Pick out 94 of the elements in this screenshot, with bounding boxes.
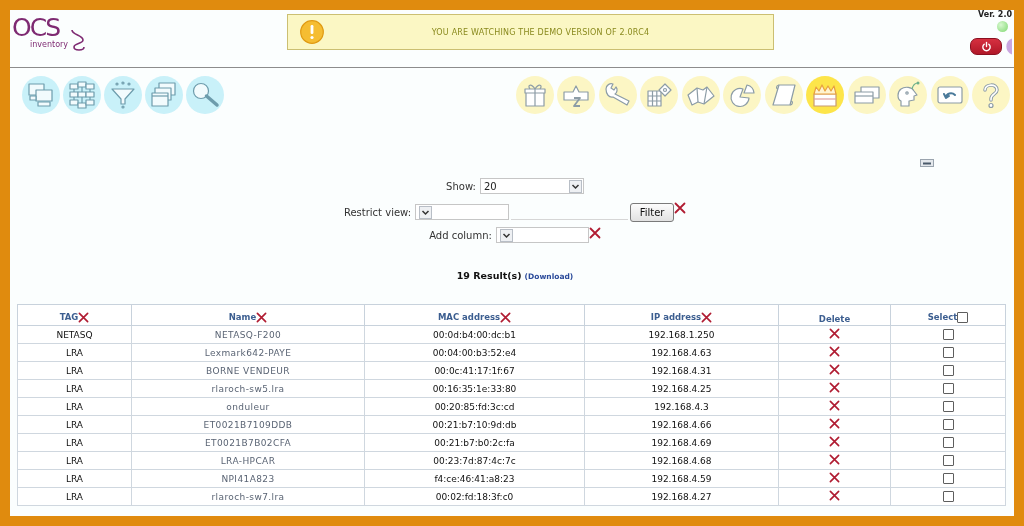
table-cell: 00:02:fd:18:3f:c0 <box>364 487 585 506</box>
table-cell: 192.168.4.63 <box>584 343 779 362</box>
warning-icon <box>300 20 324 44</box>
row-checkbox[interactable] <box>942 329 954 340</box>
caret-icon <box>499 228 513 242</box>
table-cell: 192.168.4.66 <box>584 415 779 434</box>
computer-name-link[interactable]: rlaroch-sw5.lra <box>211 383 285 394</box>
table-cell: 00:0d:b4:00:dc:b1 <box>364 325 585 344</box>
cross-icon[interactable] <box>674 202 687 214</box>
minimize-icon[interactable] <box>920 159 934 167</box>
computer-name-link[interactable]: rlaroch-sw7.lra <box>211 491 285 502</box>
caret-icon <box>419 205 433 219</box>
table-cell: LRA <box>17 433 132 452</box>
cross-icon[interactable] <box>500 312 512 323</box>
computer-name-link[interactable]: onduleur <box>226 401 270 412</box>
filter-button[interactable]: Filter <box>630 202 675 222</box>
version-label: Ver. 2.0 <box>978 10 1012 20</box>
table-cell: LRA <box>17 343 132 362</box>
status-dot-icon <box>997 21 1008 32</box>
search-icon[interactable] <box>186 76 224 114</box>
logo-subtitle: inventory <box>30 40 69 49</box>
computer-name-link[interactable]: NETASQ-F200 <box>214 329 282 340</box>
table-cell: 00:21:b7:10:9d:db <box>364 415 585 434</box>
row-checkbox[interactable] <box>942 347 954 358</box>
table-cell: 00:21:b7:b0:2c:fa <box>364 433 585 452</box>
cross-icon[interactable] <box>701 312 713 323</box>
field-label: Restrict view: <box>343 206 412 218</box>
table-cell: f4:ce:46:41:a8:23 <box>364 469 585 488</box>
column-header[interactable]: Select <box>927 312 958 322</box>
cross-icon[interactable] <box>588 227 601 239</box>
computer-name-link[interactable]: NPI41A823 <box>221 473 275 484</box>
table-cell: 192.168.4.27 <box>584 487 779 506</box>
row-checkbox[interactable] <box>942 365 954 376</box>
cross-icon[interactable] <box>829 436 840 447</box>
demo-notice: YOU ARE WATCHING THE DEMO VERSION OF 2.0RC4 <box>430 27 651 37</box>
table-cell: 00:0c:41:17:1f:67 <box>364 361 585 380</box>
pie-chart-icon[interactable] <box>723 76 761 114</box>
table-cell: LRA <box>17 469 132 488</box>
table-cell: 00:04:00:b3:52:e4 <box>364 343 585 362</box>
table-cell: 192.168.4.3 <box>584 397 779 416</box>
funnel-icon[interactable] <box>104 76 142 114</box>
table-cell: 192.168.1.250 <box>584 325 779 344</box>
results-count: 19 Result(s) <box>456 270 522 281</box>
cross-icon[interactable] <box>829 418 840 429</box>
calculator-icon[interactable] <box>640 76 678 114</box>
cross-icon[interactable] <box>829 472 840 483</box>
undo-icon[interactable] <box>930 76 969 114</box>
cross-icon[interactable] <box>829 346 840 357</box>
row-checkbox[interactable] <box>942 473 954 484</box>
cross-icon[interactable] <box>829 490 840 501</box>
cross-icon[interactable] <box>829 454 840 465</box>
cross-icon[interactable] <box>256 312 268 323</box>
table-cell: LRA <box>17 487 132 506</box>
cross-icon[interactable] <box>829 364 840 375</box>
table-cell: LRA <box>17 379 132 398</box>
tag-icon[interactable] <box>557 76 595 114</box>
table-cell: 00:20:85:fd:3c:cd <box>364 397 585 416</box>
column-header[interactable]: TAG <box>59 312 79 322</box>
cross-icon[interactable] <box>829 400 840 411</box>
show-select[interactable]: 20 <box>479 178 584 194</box>
map-icon[interactable] <box>681 76 720 114</box>
table-cell: 192.168.4.59 <box>584 469 779 488</box>
power-icon[interactable] <box>970 38 1002 55</box>
row-checkbox[interactable] <box>942 419 954 430</box>
table-cell: 192.168.4.31 <box>584 361 779 380</box>
field-label: Add column: <box>429 229 492 241</box>
cross-icon[interactable] <box>829 328 840 339</box>
table-cell: 192.168.4.69 <box>584 433 779 452</box>
row-checkbox[interactable] <box>942 401 954 412</box>
row-checkbox[interactable] <box>942 491 954 502</box>
table-cell: LRA <box>17 397 132 416</box>
logo-text: OCS <box>12 15 60 40</box>
caret-icon <box>568 179 582 193</box>
table-cell: LRA <box>17 361 132 380</box>
column-header: Delete <box>818 314 851 324</box>
column-header[interactable]: IP address <box>650 312 702 322</box>
table-cell: 00:16:35:1e:33:80 <box>364 379 585 398</box>
swirl-icon <box>70 28 87 52</box>
table-cell: LRA <box>17 415 132 434</box>
column-header[interactable]: Name <box>228 312 257 322</box>
row-checkbox[interactable] <box>942 437 954 448</box>
cross-icon[interactable] <box>829 382 840 393</box>
table-cell: NETASQ <box>17 325 132 344</box>
field-label: Show: <box>446 180 476 192</box>
cross-icon[interactable] <box>78 312 90 323</box>
table-cell: 192.168.4.68 <box>584 451 779 470</box>
select-all-checkbox[interactable] <box>957 312 969 323</box>
row-checkbox[interactable] <box>942 455 954 466</box>
row-checkbox[interactable] <box>942 383 954 394</box>
table-cell: 192.168.4.25 <box>584 379 779 398</box>
table-cell: LRA <box>17 451 132 470</box>
computer-name-link[interactable]: LRA-HPCAR <box>220 455 276 466</box>
table-cell: 00:23:7d:87:4c:7c <box>364 451 585 470</box>
column-header[interactable]: MAC address <box>437 312 501 322</box>
